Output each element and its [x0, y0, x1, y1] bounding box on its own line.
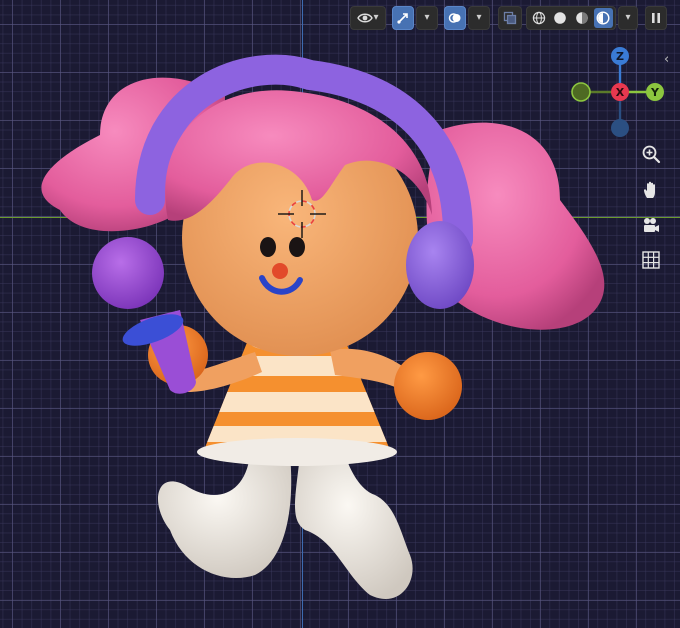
- headphone-cup: [406, 221, 474, 309]
- gizmo-arrow-icon: [397, 13, 408, 24]
- neg-y-axis-handle[interactable]: [571, 82, 591, 102]
- pan-button[interactable]: [637, 176, 665, 204]
- overlays-button[interactable]: [444, 6, 466, 30]
- shading-options-dropdown[interactable]: ▾: [618, 6, 638, 30]
- shading-material-button[interactable]: [572, 8, 592, 28]
- z-axis-label: Z: [616, 50, 624, 63]
- zoom-icon: [642, 145, 661, 164]
- hand-icon: [644, 181, 655, 198]
- wireframe-sphere-icon: [532, 11, 545, 25]
- xray-icon: [503, 11, 517, 25]
- rendered-sphere-icon: [596, 11, 610, 25]
- shading-rendered-button[interactable]: [593, 8, 613, 28]
- microphone: [92, 237, 196, 394]
- material-sphere-icon: [575, 12, 588, 24]
- neg-z-axis-handle[interactable]: [611, 119, 629, 137]
- y-axis-label: Y: [650, 86, 660, 99]
- shading-mode-group: [526, 6, 616, 30]
- xray-toggle-button[interactable]: [498, 6, 522, 30]
- pause-render-button[interactable]: [645, 6, 667, 30]
- viewport-header: ▾ ▾ ▾ ▾: [0, 6, 680, 32]
- eye-icon: [357, 13, 374, 23]
- x-axis-label: X: [616, 86, 625, 99]
- shading-solid-button[interactable]: [551, 8, 571, 28]
- overlays-icon: [448, 13, 461, 23]
- chevron-down-icon: ▾: [373, 12, 379, 23]
- camera-icon: [644, 218, 659, 232]
- zoom-button[interactable]: [637, 140, 665, 168]
- chevron-down-icon: ▾: [476, 12, 482, 23]
- solid-sphere-icon: [554, 12, 567, 24]
- ortho-toggle-button[interactable]: [637, 246, 665, 274]
- legs: [158, 455, 413, 600]
- camera-button[interactable]: [637, 212, 665, 240]
- pause-icon: [652, 13, 660, 23]
- navigation-gizmo[interactable]: Z Y X: [568, 42, 672, 146]
- 3d-viewport[interactable]: ▾ ▾ ▾ ▾ ‹ Z Y X: [0, 0, 680, 628]
- shading-wireframe-button[interactable]: [529, 8, 549, 28]
- view-object-types-button[interactable]: ▾: [350, 6, 386, 30]
- chevron-down-icon: ▾: [424, 12, 430, 23]
- grid-icon: [642, 251, 660, 269]
- overlays-dropdown[interactable]: ▾: [468, 6, 490, 30]
- transform-gizmo-dropdown[interactable]: ▾: [416, 6, 438, 30]
- transform-gizmo-button[interactable]: [392, 6, 414, 30]
- chevron-down-icon: ▾: [625, 12, 631, 23]
